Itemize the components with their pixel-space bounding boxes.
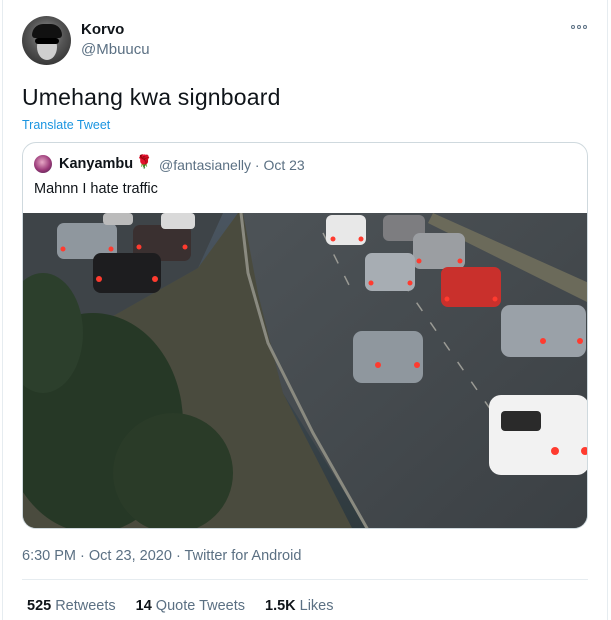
retweets-stat[interactable]: 525 Retweets — [27, 598, 116, 614]
more-options-icon[interactable] — [571, 22, 591, 32]
quoted-text: Mahnn I hate traffic — [34, 181, 158, 197]
tweet-timestamp-source[interactable]: 6:30 PM · Oct 23, 2020 · Twitter for And… — [22, 548, 301, 564]
tweet-stats: 525 Retweets 14 Quote Tweets 1.5K Likes — [27, 598, 334, 614]
author-handle[interactable]: @Mbuucu — [81, 41, 150, 58]
retweets-label: Retweets — [55, 598, 116, 614]
quoted-media-image[interactable] — [23, 213, 588, 529]
quote-tweets-count: 14 — [135, 598, 152, 614]
divider — [2, 0, 3, 620]
divider — [607, 0, 608, 620]
tweet-text: Umehang kwa signboard — [22, 84, 281, 110]
likes-count: 1.5K — [265, 598, 296, 614]
avatar-hat — [32, 24, 62, 38]
quote-tweets-stat[interactable]: 14 Quote Tweets — [136, 598, 245, 614]
author-name[interactable]: Korvo — [81, 21, 124, 38]
divider — [22, 579, 588, 580]
quoted-author-name[interactable]: Kanyambu — [59, 156, 133, 172]
quoted-tweet[interactable]: Kanyambu 🌹 @fantasianelly · Oct 23 Mahnn… — [22, 142, 588, 529]
likes-label: Likes — [299, 598, 334, 614]
rose-emoji-icon: 🌹 — [136, 154, 153, 169]
quoted-avatar[interactable] — [34, 155, 52, 173]
likes-stat[interactable]: 1.5K Likes — [265, 598, 334, 614]
retweets-count: 525 — [27, 598, 52, 614]
quoted-author-handle-date[interactable]: @fantasianelly · Oct 23 — [159, 157, 305, 173]
avatar[interactable] — [22, 16, 71, 65]
avatar-glasses — [35, 38, 59, 44]
quote-tweets-label: Quote Tweets — [155, 598, 245, 614]
translate-tweet-link[interactable]: Translate Tweet — [22, 118, 110, 132]
tweet-card: Korvo @Mbuucu Umehang kwa signboard Tran… — [0, 0, 611, 620]
